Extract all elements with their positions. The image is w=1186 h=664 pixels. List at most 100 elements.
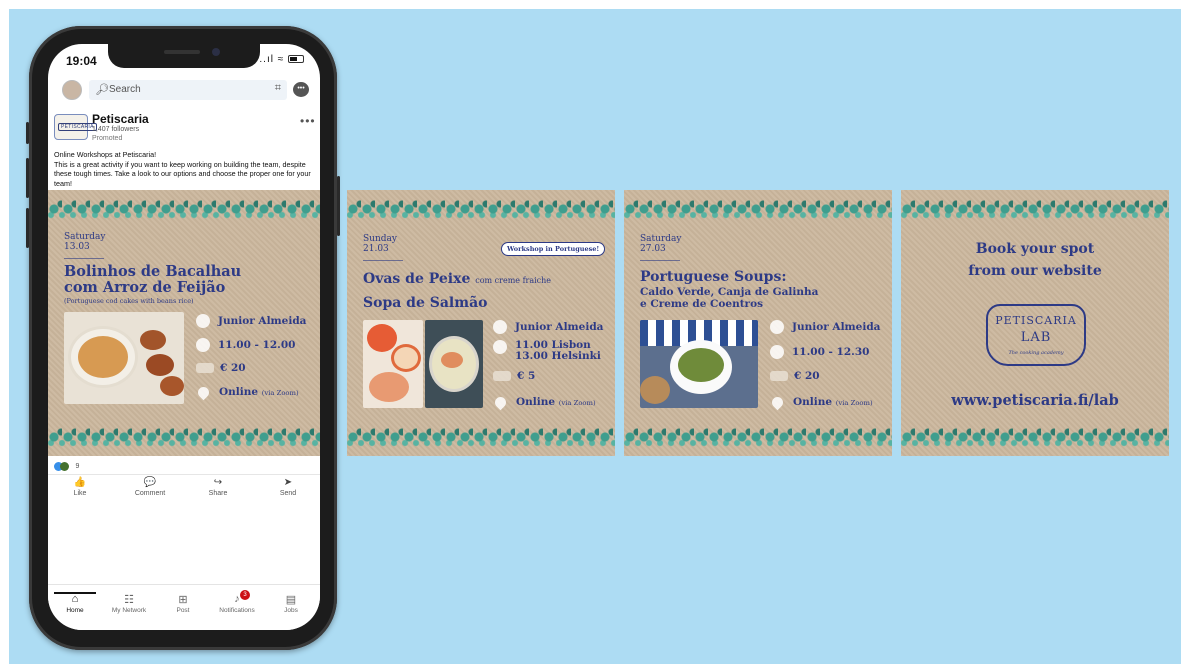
comment-icon: 💬 [143, 477, 157, 488]
bread [640, 376, 670, 404]
info-location: Online (via Zoom) [769, 394, 873, 410]
vine-border-bottom [48, 426, 320, 448]
more-options-icon[interactable]: ••• [300, 114, 316, 128]
active-indicator [54, 592, 96, 594]
nav-jobs[interactable]: ▤ Jobs [264, 593, 318, 614]
send-button[interactable]: ➤ Send [258, 477, 318, 497]
share-label: Share [208, 490, 228, 497]
search-input[interactable]: 🔎︎ Search ⌗ [89, 80, 287, 100]
food-photo [64, 312, 184, 404]
card-soups: Saturday 27.03 Portuguese Soups: Caldo V… [624, 190, 892, 456]
post-image-card[interactable]: Saturday 13.03 Bolinhos de Bacalhau com … [48, 190, 320, 456]
card-day-name: Sunday [363, 234, 397, 244]
book-line1: Book your spot [975, 241, 1095, 257]
graduation-cap-icon [196, 314, 210, 328]
card-day-name: Saturday [640, 234, 682, 244]
share-icon: ↪ [213, 477, 223, 488]
location-pin-icon [195, 384, 212, 400]
nav-my-network[interactable]: ☷ My Network [102, 593, 156, 614]
post-text-body: This is a great activity if you want to … [54, 159, 311, 188]
notification-badge: 3 [240, 590, 250, 600]
phone-notch [108, 44, 260, 68]
like-button[interactable]: 👍 Like [50, 477, 110, 497]
status-time: 19:04 [66, 54, 97, 68]
speaker [164, 50, 200, 54]
ticket-icon [493, 371, 511, 381]
post-text-line1: Online Workshops at Petiscaria! [54, 150, 157, 159]
vine-border-top [347, 198, 615, 220]
vine-border-bottom [901, 426, 1169, 448]
time-helsinki: 13.00 Helsinki [515, 350, 601, 362]
share-button[interactable]: ↪ Share [188, 477, 248, 497]
info-price: € 5 [493, 370, 535, 382]
briefcase-icon: ▤ [285, 594, 297, 606]
card-title-line1: Bolinhos de Bacalhau [64, 263, 242, 280]
card-title-line1: Ovas de Peixe com creme fraiche [363, 268, 551, 292]
nav-home-label: Home [66, 607, 84, 614]
camera [212, 48, 220, 56]
food-photo-roe [363, 320, 423, 408]
roe-toast [367, 324, 397, 352]
profile-avatar[interactable] [62, 80, 82, 100]
send-icon: ➤ [283, 477, 293, 488]
vine-border-top [901, 198, 1169, 220]
search-placeholder: Search [109, 84, 141, 95]
roe-plate [391, 344, 421, 372]
card-title-line1: Portuguese Soups: [640, 269, 787, 285]
caldo-verde [678, 348, 724, 382]
post-header: PETISCARIA Petiscaria 1,407 followers Pr… [48, 106, 320, 150]
company-logo[interactable]: PETISCARIA [54, 114, 97, 140]
qr-icon[interactable]: ⌗ [275, 82, 281, 95]
promoted-label: Promoted [92, 135, 123, 142]
card-divider [640, 260, 680, 261]
graduation-cap-icon [770, 320, 784, 334]
logo-line2: LAB [1020, 330, 1052, 345]
status-icons: ..ıl ≈ [259, 54, 304, 65]
logo-line1: PETISCARIA [995, 314, 1077, 327]
post-text: Online Workshops at Petiscaria! This is … [54, 150, 318, 188]
nav-notifications[interactable]: ♪ 3 Notifications [210, 590, 264, 614]
vine-border-top [48, 198, 320, 220]
comment-button[interactable]: 💬 Comment [120, 477, 180, 497]
card-subtitle: Caldo Verde, Canja de Galinha e Creme de… [640, 286, 818, 310]
logo-tagline: The cooking academy [1008, 350, 1064, 356]
website-url[interactable]: www.petiscaria.fi/lab [901, 392, 1169, 409]
ticket-icon [770, 371, 788, 381]
nav-jobs-label: Jobs [284, 607, 298, 614]
card-title-line2: com Arroz de Feijão [64, 279, 226, 296]
power-button [337, 176, 340, 236]
food-photo-soup [425, 320, 483, 408]
roe-plate [369, 372, 409, 402]
nav-post[interactable]: ⊞ Post [156, 593, 210, 614]
card-book-spot: Book your spot from our website PETISCAR… [901, 190, 1169, 456]
ticket-icon [196, 363, 214, 373]
company-name[interactable]: Petiscaria [92, 112, 149, 126]
nav-home[interactable]: ⌂ Home [48, 592, 102, 614]
card-title: Portuguese Soups: [640, 270, 787, 285]
clock-icon [770, 345, 784, 359]
card-title-line2: Sopa de Salmão [363, 295, 488, 311]
send-label: Send [279, 490, 297, 497]
home-icon: ⌂ [71, 593, 79, 605]
card-salmon: Sunday 21.03 Workshop in Portuguese! Ova… [347, 190, 615, 456]
salmon-piece [441, 352, 463, 368]
time-values: 11.00 Lisbon 13.00 Helsinki [515, 340, 601, 362]
like-icon: 👍 [73, 477, 87, 488]
card-subtitle: (Portuguese cod cakes with beans rice) [64, 297, 194, 305]
company-logo-text: PETISCARIA [58, 123, 97, 131]
like-label: Like [73, 490, 87, 497]
messaging-icon[interactable]: ••• [293, 82, 309, 97]
linkedin-header: 🔎︎ Search ⌗ ••• [48, 76, 320, 104]
book-heading: Book your spot from our website [901, 238, 1169, 282]
card-title-line3: e Creme de Coentros [640, 298, 764, 310]
card-title-line2: Caldo Verde, Canja de Galinha [640, 286, 819, 298]
clock-icon [493, 340, 507, 354]
mute-switch [26, 122, 29, 144]
nav-post-label: Post [176, 607, 190, 614]
follower-count: 1,407 followers [92, 126, 140, 133]
reactions-bar[interactable]: 9 [54, 458, 314, 472]
info-location: Online (via Zoom) [492, 394, 596, 410]
info-host: Junior Almeida [770, 320, 880, 334]
post-actions: 👍 Like 💬 Comment ↪ Share ➤ Send [48, 474, 320, 504]
info-price: € 20 [770, 370, 820, 382]
